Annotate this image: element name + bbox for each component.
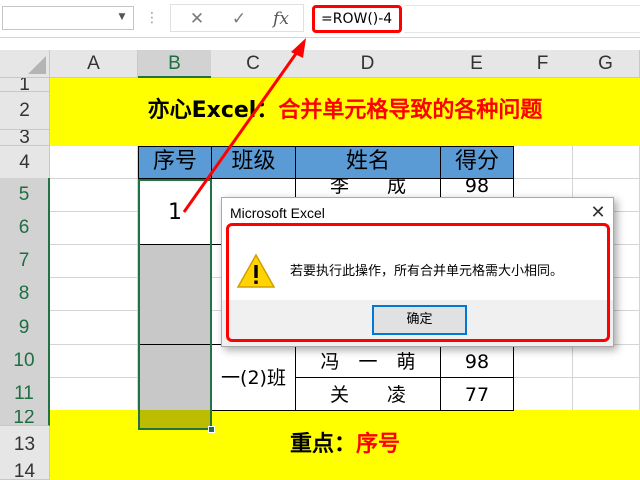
focus-prefix: 重点：: [289, 432, 356, 457]
row-header-14[interactable]: 14: [0, 463, 50, 480]
name-box[interactable]: [2, 6, 134, 30]
formula-buttons: ✕ ✓ fx: [170, 4, 304, 32]
column-header-c[interactable]: C: [211, 50, 296, 78]
row-header-7[interactable]: 7: [0, 244, 50, 278]
row-header-6[interactable]: 6: [0, 211, 50, 245]
header-name[interactable]: 姓名: [295, 146, 441, 179]
title-highlight: 合并单元格导致的各种问题: [278, 98, 543, 123]
cell-score[interactable]: 98: [440, 344, 514, 378]
enter-icon[interactable]: ✓: [219, 5, 259, 33]
row-header-12[interactable]: 12: [0, 410, 50, 426]
title-prefix: 亦心Excel：: [147, 98, 279, 123]
sheet-title: 亦心Excel：合并单元格导致的各种问题: [50, 92, 640, 130]
column-header-f[interactable]: F: [513, 50, 573, 78]
row-header-11[interactable]: 11: [0, 377, 50, 411]
column-header-a[interactable]: A: [50, 50, 138, 78]
row-header-2[interactable]: 2: [0, 92, 50, 130]
cancel-icon[interactable]: ✕: [177, 5, 217, 33]
column-header-e[interactable]: E: [440, 50, 514, 78]
row-header-10[interactable]: 10: [0, 344, 50, 378]
row-header-3[interactable]: 3: [0, 130, 50, 146]
header-score[interactable]: 得分: [440, 146, 514, 179]
highlight-box: [226, 223, 610, 342]
formula-input-area[interactable]: [404, 5, 640, 33]
cell-score[interactable]: 77: [440, 377, 514, 411]
fill-handle[interactable]: [208, 426, 215, 433]
row-header-13[interactable]: 13: [0, 426, 50, 464]
row-header-8[interactable]: 8: [0, 277, 50, 311]
chevron-down-icon[interactable]: ▼: [116, 11, 128, 23]
cell-name[interactable]: 关 凌: [295, 377, 441, 411]
column-header-g[interactable]: G: [572, 50, 640, 78]
column-header-b[interactable]: B: [138, 50, 212, 78]
row-header-9[interactable]: 9: [0, 310, 50, 345]
selection-outline: [138, 179, 212, 430]
close-icon[interactable]: ✕: [586, 201, 610, 225]
row-header-1[interactable]: 1: [0, 78, 50, 92]
row-header-4[interactable]: 4: [0, 146, 50, 179]
header-class[interactable]: 班级: [211, 146, 296, 179]
insert-function-icon[interactable]: fx: [261, 5, 301, 33]
focus-note: 重点：序号: [50, 426, 640, 464]
header-serial[interactable]: 序号: [138, 146, 212, 179]
column-header-d[interactable]: D: [295, 50, 441, 78]
dialog-title: Microsoft Excel: [230, 205, 325, 221]
formula-input[interactable]: =ROW()-4: [312, 5, 402, 33]
cell-class-merged[interactable]: 一(2)班: [211, 344, 296, 411]
row-header-5[interactable]: 5: [0, 178, 50, 212]
drag-handle-icon[interactable]: ⋮: [145, 8, 159, 28]
select-all-icon[interactable]: [28, 56, 46, 74]
focus-highlight: 序号: [356, 432, 401, 457]
cell-name[interactable]: 冯 一 萌: [295, 344, 441, 378]
